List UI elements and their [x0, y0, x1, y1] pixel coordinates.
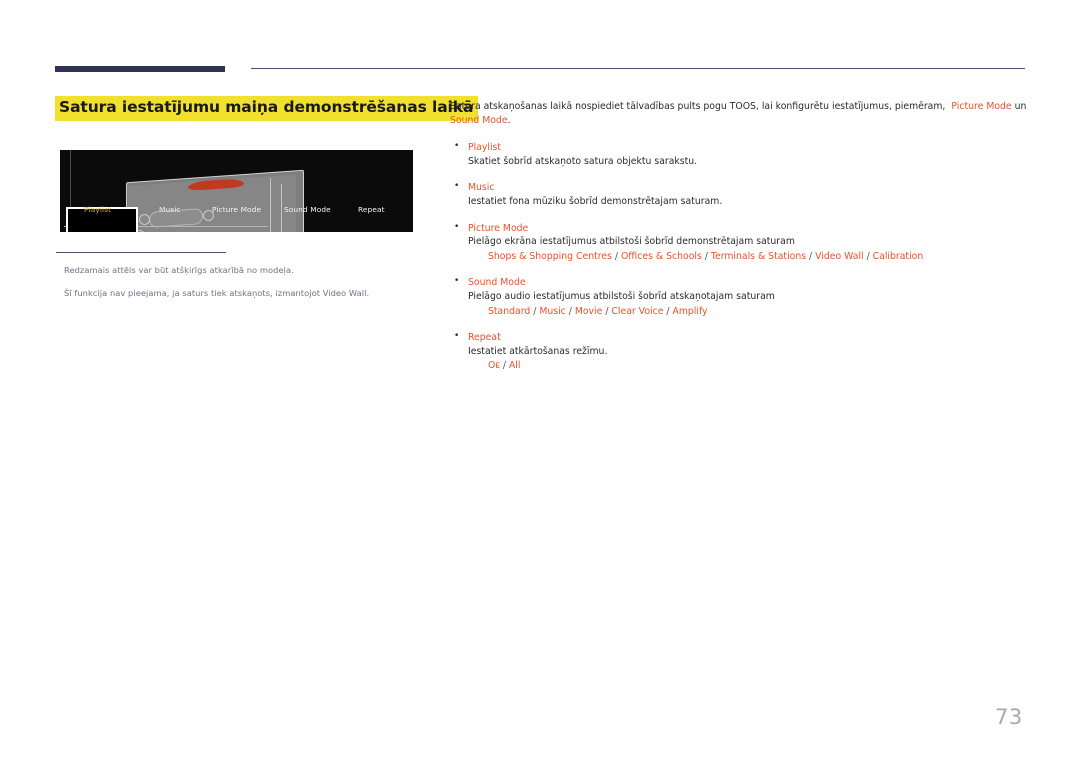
feature-name-playlist: Playlist — [468, 141, 502, 153]
figure-caption-1: Redzamais attēls var būt atšķirīgs atkar… — [64, 265, 294, 275]
feature-name-music: Music — [468, 182, 495, 194]
option-separator: / — [565, 305, 575, 317]
feature-name-repeat: Repeat — [468, 332, 501, 343]
feature-description-repeat: Iestatiet atkārtošanas režīmu. — [468, 345, 608, 357]
intro-paragraph: Satura atskaņošanas laikā nospiediet tāl… — [450, 100, 1030, 129]
osd-menu-item-picture-mode[interactable]: Picture Mode — [212, 205, 261, 214]
option-value: Amplify — [672, 305, 708, 317]
option-value: Clear Voice — [611, 305, 664, 317]
list-item-repeat: Repeat Iestatiet atkārtošanas režīmu. Oᴇ… — [450, 330, 1030, 374]
feature-list: Playlist Skatiet šobrīd atskaņoto satura… — [450, 140, 1030, 374]
option-value: Standard — [488, 305, 531, 317]
intro-text-part-2: un — [1014, 101, 1027, 112]
header-rule — [55, 64, 1025, 74]
osd-menu-row: Playlist Music Picture Mode Sound Mode R… — [60, 205, 413, 232]
option-value: Movie — [574, 305, 603, 317]
option-value: Music — [539, 305, 566, 317]
list-item-picture-mode: Picture Mode Pielāgo ekrāna iestatījumus… — [450, 221, 1030, 265]
figure-remote-osd-menu: Playlist Music Picture Mode Sound Mode R… — [60, 150, 413, 232]
option-separator: / — [701, 250, 711, 262]
feature-description-sound-mode: Pielāgo audio iestatījumus atbilstoši šo… — [468, 291, 775, 303]
intro-accent-sound-mode: Sound Mode — [450, 115, 508, 127]
option-value: Shops & Shopping Centres — [488, 250, 612, 262]
figure-caption-2: Šī funkcija nav pieejama, ja saturs tiek… — [64, 288, 370, 298]
option-separator: / — [611, 250, 621, 262]
feature-name-picture-mode: Picture Mode — [468, 222, 529, 234]
feature-name-sound-mode: Sound Mode — [468, 277, 526, 289]
osd-menu-item-repeat[interactable]: Repeat — [358, 205, 385, 214]
feature-options-picture-mode: Shops & Shopping Centres / Offices & Sch… — [468, 250, 1030, 264]
osd-menu-item-music[interactable]: Music — [159, 205, 181, 214]
option-value: Calibration — [872, 250, 924, 262]
osd-menu-item-sound-mode[interactable]: Sound Mode — [284, 205, 331, 214]
feature-options-repeat: Oᴇ / All — [468, 359, 1030, 373]
option-value: Video Wall — [815, 250, 864, 262]
option-separator: / — [499, 360, 509, 372]
option-separator: / — [863, 250, 873, 262]
feature-options-sound-mode: Standard / Music / Movie / Clear Voice /… — [468, 305, 1030, 319]
option-value: Terminals & Stations — [710, 250, 807, 262]
intro-text-part-1: Satura atskaņošanas laikā nospiediet tāl… — [450, 101, 946, 112]
list-item-sound-mode: Sound Mode Pielāgo audio iestatījumus at… — [450, 275, 1030, 319]
option-value: Offices & Schools — [620, 250, 702, 262]
feature-description-picture-mode: Pielāgo ekrāna iestatījumus atbilstoši š… — [468, 236, 795, 248]
list-item-music: Music Iestatiet fona mūziku šobrīd demon… — [450, 180, 1030, 209]
option-separator: / — [806, 250, 816, 262]
option-value: All — [508, 360, 521, 372]
feature-description-playlist: Skatiet šobrīd atskaņoto satura objektu … — [468, 155, 698, 167]
option-value: Oᴇ — [488, 360, 500, 372]
intro-accent-picture-mode: Picture Mode — [951, 101, 1012, 112]
header-rule-thick-bar — [55, 66, 225, 72]
option-separator: / — [530, 305, 540, 317]
osd-menu-item-playlist[interactable]: Playlist — [84, 205, 111, 214]
page-number: 73 — [995, 705, 1023, 729]
page-title: Satura iestatījumu maiņa demonstrēšanas … — [55, 96, 479, 121]
list-item-playlist: Playlist Skatiet šobrīd atskaņoto satura… — [450, 140, 1030, 169]
feature-description-music: Iestatiet fona mūziku šobrīd demonstrēta… — [468, 196, 723, 208]
content-column: Satura atskaņošanas laikā nospiediet tāl… — [450, 100, 1030, 386]
intro-text-part-3: . — [507, 115, 511, 127]
caption-divider-rule — [56, 252, 226, 254]
header-rule-thin-line — [251, 68, 1025, 70]
